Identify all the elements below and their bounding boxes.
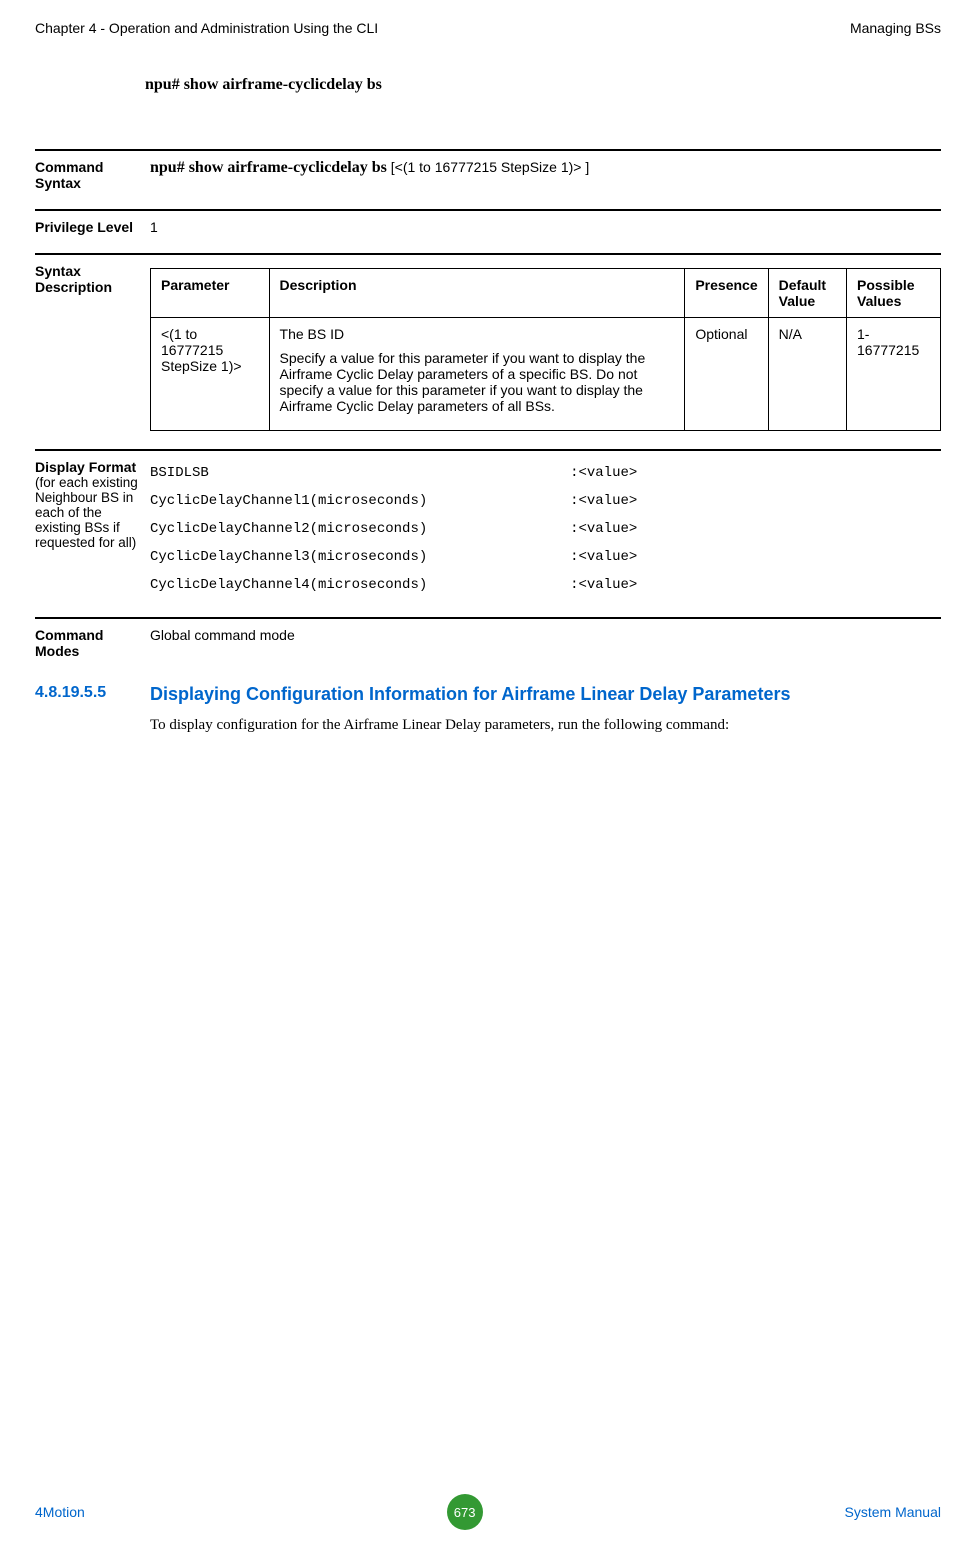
syntax-description-label: Syntax Description [35,263,150,295]
command-modes-block: Command Modes Global command mode [35,627,941,659]
header-right: Managing BSs [850,20,941,36]
table-header-row: Parameter Description Presence Default V… [151,269,941,318]
page: Chapter 4 - Operation and Administration… [0,0,976,1545]
display-format-label-text: Display Format [35,459,150,475]
command-display: npu# show airframe-cyclicdelay bs [145,76,941,94]
divider [35,253,941,255]
subsection-title: Displaying Configuration Information for… [150,684,790,705]
header-left: Chapter 4 - Operation and Administration… [35,20,378,36]
privilege-label: Privilege Level [35,219,150,235]
command-syntax-param: [<(1 to 16777215 StepSize 1)> ] [387,159,589,175]
subsection-number: 4.8.19.5.5 [35,684,150,705]
display-format-label: Display Format (for each existing Neighb… [35,459,150,550]
display-format-sublabel: (for each existing Neighbour BS in each … [35,475,150,550]
command-syntax-label: Command Syntax [35,159,150,191]
footer-page-number: 673 [447,1494,483,1530]
th-description: Description [269,269,685,318]
td-description: The BS ID Specify a value for this param… [269,318,685,431]
desc-line1: The BS ID [280,326,675,342]
desc-line2: Specify a value for this parameter if yo… [280,350,675,414]
divider [35,209,941,211]
display-format-block: Display Format (for each existing Neighb… [35,459,941,599]
th-presence: Presence [685,269,768,318]
footer-left: 4Motion [35,1504,85,1520]
td-default: N/A [768,318,846,431]
command-syntax-block: Command Syntax npu# show airframe-cyclic… [35,159,941,191]
table-row: <(1 to 16777215 StepSize 1)> The BS ID S… [151,318,941,431]
divider [35,617,941,619]
subsection-heading: 4.8.19.5.5 Displaying Configuration Info… [35,684,941,705]
syntax-description-block: Syntax Description Parameter Description… [35,263,941,431]
command-modes-label: Command Modes [35,627,150,659]
command-modes-value: Global command mode [150,627,941,643]
divider [35,449,941,451]
privilege-block: Privilege Level 1 [35,219,941,235]
td-possible: 1-16777215 [847,318,941,431]
command-syntax-bold: npu# show airframe-cyclicdelay bs [150,159,387,176]
privilege-value: 1 [150,219,941,235]
page-footer: 4Motion 673 System Manual [35,1494,941,1530]
td-parameter: <(1 to 16777215 StepSize 1)> [151,318,270,431]
th-parameter: Parameter [151,269,270,318]
subsection-body: To display configuration for the Airfram… [150,713,941,737]
syntax-table: Parameter Description Presence Default V… [150,268,941,431]
td-presence: Optional [685,318,768,431]
divider [35,149,941,151]
th-possible: Possible Values [847,269,941,318]
th-default: Default Value [768,269,846,318]
syntax-description-content: Parameter Description Presence Default V… [150,263,941,431]
command-syntax-content: npu# show airframe-cyclicdelay bs [<(1 t… [150,159,941,177]
footer-right: System Manual [845,1504,941,1520]
display-format-content: BSIDLSB :<value> CyclicDelayChannel1(mic… [150,459,941,599]
page-header: Chapter 4 - Operation and Administration… [35,20,941,36]
